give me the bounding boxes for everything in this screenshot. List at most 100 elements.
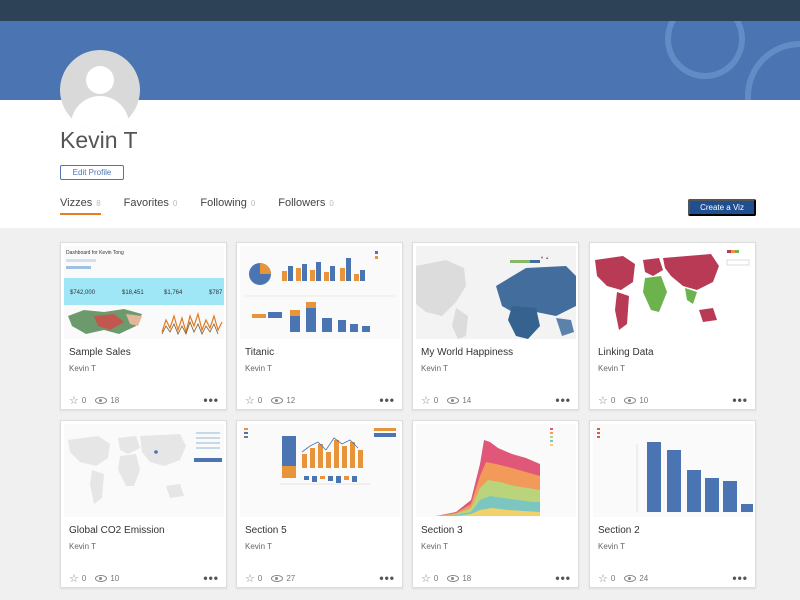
viz-title[interactable]: Section 5 (245, 525, 287, 536)
kpi-value: $787 (209, 290, 223, 296)
viz-author[interactable]: Kevin T (598, 542, 625, 551)
star-icon[interactable]: ☆ (421, 572, 431, 585)
viz-title[interactable]: Titanic (245, 347, 274, 358)
viz-author[interactable]: Kevin T (69, 364, 96, 373)
edit-profile-button[interactable]: Edit Profile (60, 165, 124, 180)
viz-thumbnail[interactable] (240, 424, 400, 517)
avatar-head-shape (86, 66, 114, 94)
viz-author[interactable]: Kevin T (421, 542, 448, 551)
tab-count: 0 (329, 199, 334, 208)
favorite-count: 0 (610, 395, 616, 405)
viz-author[interactable]: Kevin T (245, 542, 272, 551)
more-options-icon[interactable]: ••• (732, 571, 748, 585)
thumb-title: Dashboard for Kevin Tong (66, 250, 124, 256)
viz-title[interactable]: Linking Data (598, 347, 654, 358)
star-icon[interactable]: ☆ (245, 394, 255, 407)
viz-title[interactable]: Sample Sales (69, 347, 131, 358)
viz-stats: ☆ 0 18 ••• (69, 393, 219, 407)
more-options-icon[interactable]: ••• (203, 571, 219, 585)
viz-title[interactable]: Global CO2 Emission (69, 525, 165, 536)
profile-tabs: Vizzes 8 Favorites 0 Following 0 Followers 0 (60, 197, 357, 215)
tab-count: 8 (96, 199, 101, 208)
top-nav-bar (0, 0, 800, 21)
tab-following[interactable]: Following 0 (200, 197, 255, 215)
star-icon[interactable]: ☆ (69, 572, 79, 585)
star-icon[interactable]: ☆ (598, 572, 608, 585)
view-count: 18 (462, 573, 472, 583)
tab-count: 0 (250, 199, 256, 208)
kpi-value: $18,451 (122, 290, 144, 296)
viz-author[interactable]: Kevin T (598, 364, 625, 373)
more-options-icon[interactable]: ••• (379, 571, 395, 585)
eye-icon (95, 396, 108, 404)
view-count: 10 (639, 395, 649, 405)
star-icon[interactable]: ☆ (69, 394, 79, 407)
more-options-icon[interactable]: ••• (555, 393, 571, 407)
favorite-count: 0 (433, 395, 439, 405)
view-count: 12 (286, 395, 296, 405)
viz-thumbnail[interactable]: Dashboard for Kevin Tong $742,000 $18,45… (64, 246, 224, 339)
more-options-icon[interactable]: ••• (555, 571, 571, 585)
tab-followers[interactable]: Followers 0 (278, 197, 334, 215)
tab-favorites[interactable]: Favorites 0 (124, 197, 178, 215)
viz-card[interactable]: Titanic Kevin T ☆ 0 12 ••• (236, 242, 403, 410)
eye-icon (447, 396, 460, 404)
viz-card[interactable]: Section 5 Kevin T ☆ 0 27 ••• (236, 420, 403, 588)
eye-icon (95, 574, 108, 582)
kpi-value: $1,764 (164, 290, 183, 296)
viz-card[interactable]: Section 2 Kevin T ☆ 0 24 ••• (589, 420, 756, 588)
viz-card[interactable]: Section 3 Kevin T ☆ 0 18 ••• (412, 420, 579, 588)
star-icon[interactable]: ☆ (421, 394, 431, 407)
banner-decoration (665, 21, 745, 79)
favorite-count: 0 (81, 395, 87, 405)
star-icon[interactable]: ☆ (245, 572, 255, 585)
favorite-count: 0 (433, 573, 439, 583)
viz-card[interactable]: Dashboard for Kevin Tong $742,000 $18,45… (60, 242, 227, 410)
viz-stats: ☆ 0 14 ••• (421, 393, 571, 407)
eye-icon (447, 574, 460, 582)
eye-icon (624, 574, 637, 582)
avatar-body-shape (71, 96, 129, 130)
viz-card[interactable]: Global CO2 Emission Kevin T ☆ 0 10 ••• (60, 420, 227, 588)
viz-stats: ☆ 0 10 ••• (69, 571, 219, 585)
more-options-icon[interactable]: ••• (379, 393, 395, 407)
viz-thumbnail[interactable] (593, 424, 753, 517)
viz-thumbnail[interactable] (64, 424, 224, 517)
view-count: 27 (286, 573, 296, 583)
viz-stats: ☆ 0 27 ••• (245, 571, 395, 585)
favorite-count: 0 (610, 573, 616, 583)
kpi-value: $742,000 (70, 290, 96, 296)
viz-author[interactable]: Kevin T (69, 542, 96, 551)
viz-stats: ☆ 0 12 ••• (245, 393, 395, 407)
favorite-count: 0 (81, 573, 87, 583)
viz-stats: ☆ 0 24 ••• (598, 571, 748, 585)
eye-icon (271, 574, 284, 582)
tab-label: Followers (278, 197, 326, 209)
viz-title[interactable]: Section 2 (598, 525, 640, 536)
more-options-icon[interactable]: ••• (732, 393, 748, 407)
viz-thumbnail[interactable] (416, 424, 576, 517)
viz-title[interactable]: Section 3 (421, 525, 463, 536)
viz-thumbnail[interactable]: ▼ ▲ (416, 246, 576, 339)
more-options-icon[interactable]: ••• (203, 393, 219, 407)
viz-thumbnail[interactable] (593, 246, 753, 339)
viz-card[interactable]: ▼ ▲ My World Happiness Kevin T ☆ 0 14 ••… (412, 242, 579, 410)
viz-thumbnail[interactable] (240, 246, 400, 339)
favorite-count: 0 (257, 395, 263, 405)
viz-author[interactable]: Kevin T (245, 364, 272, 373)
viz-stats: ☆ 0 10 ••• (598, 393, 748, 407)
viz-card[interactable]: Linking Data Kevin T ☆ 0 10 ••• (589, 242, 756, 410)
viz-stats: ☆ 0 18 ••• (421, 571, 571, 585)
tab-label: Following (200, 197, 247, 209)
view-count: 14 (462, 395, 472, 405)
star-icon[interactable]: ☆ (598, 394, 608, 407)
tab-vizzes[interactable]: Vizzes 8 (60, 197, 101, 215)
viz-author[interactable]: Kevin T (421, 364, 448, 373)
create-viz-button[interactable]: Create a Viz (688, 199, 756, 216)
avatar (60, 50, 140, 130)
tab-count: 0 (172, 199, 178, 208)
viz-title[interactable]: My World Happiness (421, 347, 513, 358)
eye-icon (624, 396, 637, 404)
view-count: 18 (110, 395, 120, 405)
profile-name: Kevin T (60, 127, 138, 153)
